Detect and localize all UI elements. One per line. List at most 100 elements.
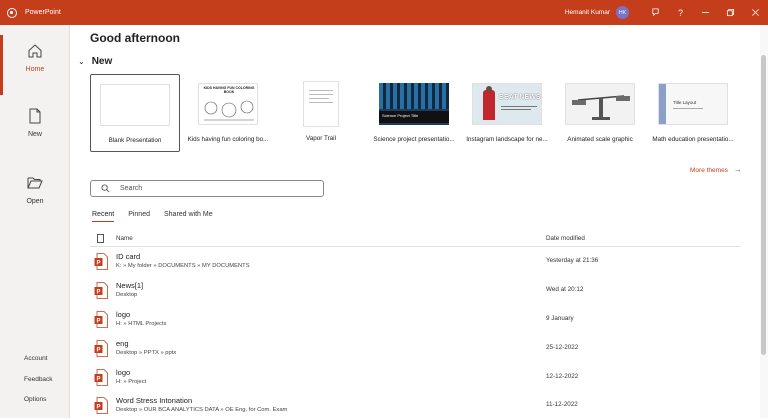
feedback-icon[interactable] [643, 0, 668, 25]
template-thumbnail: KIDS HAVING FUN COLORING BOOK [198, 83, 258, 125]
thumbnail-title: Science Project Title [382, 113, 419, 118]
tab-pinned[interactable]: Pinned [128, 211, 150, 222]
page-title: Good afternoon [90, 31, 180, 45]
template-label: Math education presentatio... [652, 136, 734, 143]
template-math-education[interactable]: Title Layout Math education presentatio.… [648, 74, 738, 152]
sidebar-item-new[interactable]: New [0, 108, 70, 138]
template-thumbnail: Science Project Title [379, 83, 449, 125]
template-animated-scale[interactable]: Animated scale graphic [555, 74, 645, 152]
sidebar-item-account[interactable]: Account [24, 355, 48, 362]
file-row[interactable]: P ID card K: » My folder » DOCUMENTS » MY … [90, 248, 740, 276]
minimize-icon[interactable] [693, 0, 718, 25]
template-label: Kids having fun coloring bo... [187, 136, 269, 143]
more-themes-link[interactable]: More themes → [690, 165, 742, 174]
file-tabs: Recent Pinned Shared with Me [92, 211, 227, 222]
help-icon[interactable]: ? [668, 0, 693, 25]
close-icon[interactable] [743, 0, 768, 25]
template-thumbnail: BEAT NEWS [472, 83, 542, 125]
file-name: eng [116, 339, 129, 348]
file-row[interactable]: P Word Stress Intonation Desktop » OUR BCA… [90, 392, 740, 420]
template-thumbnail [100, 84, 170, 126]
template-label: Blank Presentation [108, 137, 162, 144]
file-path: Desktop » OUR BCA ANALYTICS DATA » OE En… [116, 407, 288, 413]
main-content: Good afternoon ⌄ New Blank Presentation … [70, 25, 760, 418]
chevron-down-icon: ⌄ [78, 57, 85, 66]
file-name: logo [116, 310, 131, 319]
file-name: logo [116, 368, 131, 377]
template-kids-coloring-book[interactable]: KIDS HAVING FUN COLORING BOOK Kids havin… [183, 74, 273, 152]
svg-text:P: P [96, 348, 100, 354]
search-icon [101, 184, 110, 193]
template-thumbnail [303, 81, 339, 127]
restore-icon[interactable] [718, 0, 743, 25]
scrollbar-thumb[interactable] [761, 55, 766, 355]
user-name[interactable]: Hemanit Kumar [565, 9, 610, 16]
svg-text:P: P [96, 319, 100, 325]
template-vapor-trail[interactable]: Vapor Trail [276, 74, 366, 152]
file-row[interactable]: Plogo H: » Project 12-12-2022 [90, 364, 740, 392]
home-icon [28, 44, 42, 58]
template-label: Instagram landscape for ne... [466, 136, 548, 143]
sidebar-item-label: Home [25, 66, 45, 73]
thumbnail-title: BEAT NEWS [499, 94, 541, 101]
file-name: Word Stress Intonation [116, 396, 193, 405]
template-thumbnail: Title Layout [658, 83, 728, 125]
template-instagram-news[interactable]: BEAT NEWS Instagram landscape for ne... [462, 74, 552, 152]
sidebar: Home New Open Account Feedback Options [0, 25, 70, 418]
template-label: Animated scale graphic [567, 136, 633, 143]
pptx-file-icon: P [94, 369, 108, 386]
new-section-header[interactable]: ⌄ New [78, 56, 112, 67]
file-date-modified: 11-12-2022 [546, 401, 578, 408]
sidebar-item-label: Open [26, 198, 44, 205]
file-date-modified: 9 January [546, 315, 574, 322]
pptx-file-icon: P [94, 282, 108, 299]
tab-recent[interactable]: Recent [92, 211, 115, 222]
column-date-modified[interactable]: Date modified [546, 235, 585, 242]
file-date-modified: Yesterday at 21:36 [546, 257, 599, 264]
template-blank-presentation[interactable]: Blank Presentation [90, 74, 180, 152]
title-bar: PowerPoint Hemanit Kumar HK ? [0, 0, 768, 25]
more-themes-label: More themes [690, 167, 728, 174]
template-label: Science project presentatio... [373, 136, 455, 143]
file-row[interactable]: Plogo H: » HTML Projects 9 January [90, 306, 740, 334]
arrow-right-icon: → [733, 165, 742, 174]
pptx-file-icon: P [94, 253, 108, 270]
file-path: H: » HTML Projects [116, 321, 167, 327]
svg-text:P: P [96, 261, 100, 267]
powerpoint-logo-icon [7, 7, 17, 18]
app-title: PowerPoint [25, 9, 61, 16]
search-placeholder: Search [120, 185, 143, 192]
avatar[interactable]: HK [616, 6, 629, 19]
svg-text:P: P [96, 377, 100, 383]
template-science-project[interactable]: Science Project Title Science project pr… [369, 74, 459, 152]
file-row[interactable]: P News[1] Desktop Wed at 20:12 [90, 277, 740, 305]
sidebar-item-label: New [27, 131, 42, 138]
search-input[interactable]: Search [90, 180, 324, 197]
svg-text:P: P [96, 290, 100, 296]
thumbnail-title: KIDS HAVING FUN COLORING BOOK [203, 86, 255, 94]
column-name[interactable]: Name [116, 235, 133, 242]
scrollbar[interactable] [760, 25, 768, 418]
file-name: News[1] [116, 281, 144, 290]
sidebar-item-options[interactable]: Options [24, 396, 46, 403]
file-date-modified: 12-12-2022 [546, 373, 579, 380]
new-section-label: New [91, 56, 113, 67]
pptx-file-icon: P [94, 340, 108, 357]
sidebar-item-home[interactable]: Home [0, 35, 70, 95]
svg-text:P: P [96, 405, 100, 411]
pptx-file-icon: P [94, 311, 108, 328]
document-icon [97, 234, 104, 243]
coloring-illustration-icon [204, 100, 254, 121]
sidebar-item-feedback[interactable]: Feedback [24, 376, 53, 383]
template-label: Vapor Trail [306, 135, 336, 142]
file-date-modified: Wed at 20:12 [546, 286, 584, 293]
file-row[interactable]: Peng Desktop » PPTX » pptx 25-12-2022 [90, 335, 740, 363]
scale-graphic-icon [572, 95, 630, 120]
sidebar-item-open[interactable]: Open [0, 175, 70, 205]
folder-open-icon [27, 177, 43, 189]
thumbnail-title: Title Layout [673, 100, 697, 105]
file-path: Desktop [116, 292, 138, 298]
tab-shared-with-me[interactable]: Shared with Me [164, 211, 213, 222]
file-path: K: » My folder » DOCUMENTS » MY DOCUMENT… [116, 263, 250, 269]
file-path: H: » Project [116, 379, 147, 385]
